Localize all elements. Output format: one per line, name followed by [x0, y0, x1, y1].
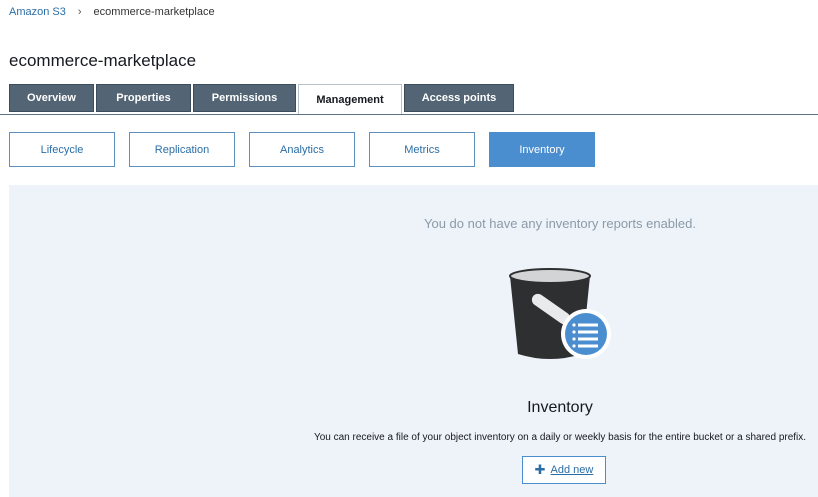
- tab-overview[interactable]: Overview: [9, 84, 94, 112]
- inventory-empty-panel: You do not have any inventory reports en…: [9, 185, 818, 497]
- add-new-label: Add new: [550, 464, 594, 476]
- tab-access-points[interactable]: Access points: [404, 84, 514, 112]
- breadcrumb-amazon-s3-link[interactable]: Amazon S3: [9, 6, 66, 18]
- empty-state-message: You do not have any inventory reports en…: [424, 216, 696, 231]
- management-subtabs: Lifecycle Replication Analytics Metrics …: [9, 132, 609, 167]
- breadcrumb: Amazon S3 › ecommerce-marketplace: [9, 6, 215, 18]
- bucket-inventory-icon: [509, 268, 611, 359]
- tab-properties[interactable]: Properties: [96, 84, 191, 112]
- subtab-inventory[interactable]: Inventory: [489, 132, 595, 167]
- page-title: ecommerce-marketplace: [9, 51, 197, 70]
- subtab-metrics[interactable]: Metrics: [369, 132, 475, 167]
- tab-permissions[interactable]: Permissions: [193, 84, 296, 112]
- add-new-button[interactable]: ✚ Add new: [522, 456, 606, 484]
- breadcrumb-current: ecommerce-marketplace: [93, 6, 215, 18]
- subtab-lifecycle[interactable]: Lifecycle: [9, 132, 115, 167]
- tab-management[interactable]: Management: [298, 84, 402, 115]
- plus-icon: ✚: [534, 462, 546, 477]
- inventory-title: Inventory: [527, 399, 593, 416]
- subtab-replication[interactable]: Replication: [129, 132, 235, 167]
- subtab-analytics[interactable]: Analytics: [249, 132, 355, 167]
- inventory-description: You can receive a file of your object in…: [313, 432, 807, 443]
- breadcrumb-separator: ›: [77, 6, 82, 18]
- main-tabs: Overview Properties Permissions Manageme…: [9, 84, 516, 115]
- tab-divider: [0, 114, 818, 115]
